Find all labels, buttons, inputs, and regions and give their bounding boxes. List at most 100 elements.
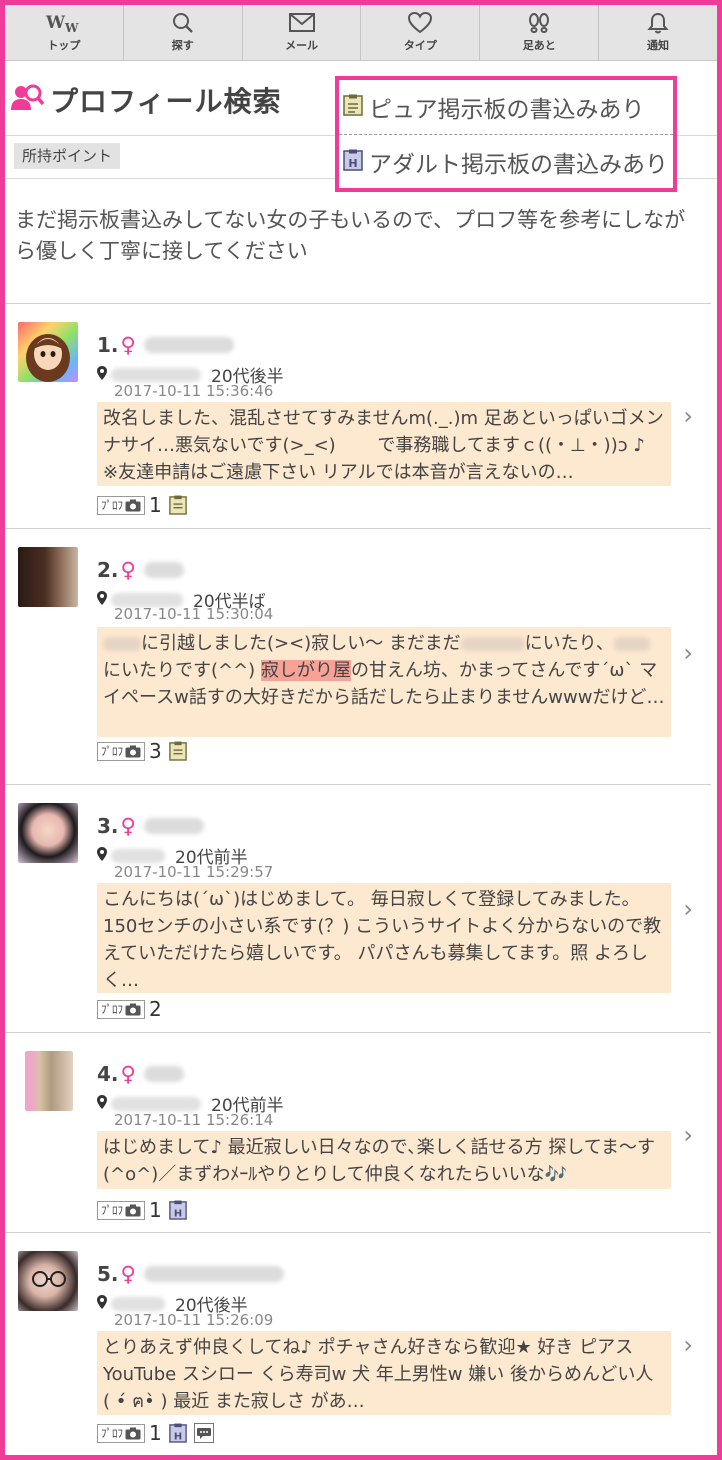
- prof-label: ﾌﾟﾛﾌ: [101, 1003, 123, 1016]
- tags-row: ﾌﾟﾛﾌ 2: [97, 997, 168, 1021]
- tags-row: ﾌﾟﾛﾌ 1 H: [97, 1421, 220, 1445]
- list-item[interactable]: 1. ♀ 20代後半 2017-10-11 15:36:46 改名しました、混乱…: [5, 303, 711, 528]
- card-title: 5. ♀: [97, 1262, 284, 1286]
- list-item[interactable]: 3. ♀ 20代前半 2017-10-11 15:29:57 こんにちは(´ω`…: [5, 784, 711, 1032]
- blurred-nickname: [143, 1066, 184, 1082]
- blurred-nickname: [143, 1266, 284, 1282]
- blurred-nickname: [143, 337, 234, 353]
- location-pin-icon: [97, 365, 107, 384]
- prof-label: ﾌﾟﾛﾌ: [101, 1204, 123, 1217]
- message-preview: はじめまして♪ 最近寂しい日々なので､楽しく話せる方 探してま〜す(^o^)／ま…: [97, 1131, 671, 1189]
- profile-photo-tag: ﾌﾟﾛﾌ: [97, 1200, 145, 1220]
- profile-photo-tag: ﾌﾟﾛﾌ: [97, 741, 145, 761]
- svg-text:H: H: [174, 1208, 182, 1219]
- profile-photo-tag: ﾌﾟﾛﾌ: [97, 1423, 145, 1443]
- nav-type[interactable]: タイプ: [361, 5, 481, 60]
- card-title: 1. ♀: [97, 333, 234, 357]
- location-pin-icon: [97, 1294, 107, 1313]
- location-pin-icon: [97, 846, 107, 865]
- prof-label: ﾌﾟﾛﾌ: [101, 745, 123, 758]
- tags-row: ﾌﾟﾛﾌ 3: [97, 739, 194, 763]
- avatar[interactable]: [18, 547, 78, 607]
- legend-adult-text: アダルト掲示板の書込みあり: [369, 151, 668, 178]
- blurred-nickname: [143, 562, 184, 578]
- legend-adult: H アダルト掲示板の書込みあり: [339, 134, 673, 188]
- tags-row: ﾌﾟﾛﾌ 1: [97, 493, 194, 517]
- location-pin-icon: [97, 590, 107, 609]
- svg-text:H: H: [174, 1431, 182, 1442]
- profile-photo-tag: ﾌﾟﾛﾌ: [97, 495, 145, 515]
- adult-board-icon: H: [168, 1200, 188, 1220]
- card-title: 2. ♀: [97, 558, 184, 582]
- chevron-right-icon[interactable]: ›: [683, 895, 693, 923]
- svg-text:W: W: [45, 13, 66, 33]
- avatar[interactable]: [18, 803, 78, 863]
- notice-text: まだ掲示板書込みしてない女の子もいるので、プロフ等を参考にしながら優しく丁寧に接…: [15, 208, 686, 263]
- chevron-right-icon[interactable]: ›: [683, 402, 693, 430]
- timestamp: 2017-10-11 15:26:14: [114, 1111, 274, 1129]
- ww-logo-icon: WW: [44, 12, 84, 34]
- female-icon: ♀: [120, 558, 136, 582]
- female-icon: ♀: [120, 814, 136, 838]
- blurred-nickname: [143, 818, 204, 834]
- avatar[interactable]: [25, 1051, 73, 1111]
- pure-board-icon: [168, 741, 188, 761]
- message-preview: 改名しました、混乱させてすみませんm(._.)m 足あといっぱいゴメンナサイ…悪…: [97, 402, 671, 486]
- chevron-right-icon[interactable]: ›: [683, 1331, 693, 1359]
- message-part: に引越しました(><)寂しい〜 まだまだ: [141, 633, 461, 654]
- list-number: 2.: [97, 558, 119, 582]
- avatar[interactable]: [18, 322, 78, 382]
- photo-count: 1: [149, 1421, 162, 1445]
- page-header: プロフィール検索: [10, 78, 281, 122]
- bell-icon: [647, 12, 669, 34]
- nav-label: 足あと: [522, 39, 556, 52]
- photo-count: 2: [149, 997, 162, 1021]
- list-item[interactable]: 2. ♀ 20代半ば 2017-10-11 15:30:04 に引越しました(>…: [5, 528, 711, 784]
- card-title: 3. ♀: [97, 814, 204, 838]
- nav-footprints[interactable]: 足あと: [480, 5, 600, 60]
- nav-label: タイプ: [403, 39, 437, 52]
- timestamp: 2017-10-11 15:29:57: [114, 863, 274, 881]
- prof-label: ﾌﾟﾛﾌ: [101, 1427, 123, 1440]
- camera-icon: [125, 745, 141, 757]
- list-item[interactable]: 4. ♀ 20代前半 2017-10-11 15:26:14 はじめまして♪ 最…: [5, 1032, 711, 1232]
- profile-photo-tag: ﾌﾟﾛﾌ: [97, 999, 145, 1019]
- legend-pure-text: ピュア掲示板の書込みあり: [369, 97, 645, 123]
- avatar[interactable]: [18, 1251, 78, 1311]
- prof-label: ﾌﾟﾛﾌ: [101, 499, 123, 512]
- message-preview: とりあえず仲良くしてね♪ ポチャさん好きなら歓迎★ 好き ピアス YouTube…: [97, 1331, 671, 1415]
- nav-label: メール: [285, 39, 319, 52]
- location-pin-icon: [97, 1094, 107, 1113]
- chevron-right-icon[interactable]: ›: [683, 1121, 693, 1149]
- camera-icon: [125, 1204, 141, 1216]
- nav-mail[interactable]: メール: [243, 5, 362, 60]
- timestamp: 2017-10-11 15:36:46: [114, 382, 274, 400]
- blurred-location: [111, 848, 165, 863]
- list-number: 3.: [97, 814, 119, 838]
- chat-bubble-icon: [193, 1423, 214, 1443]
- nav-top[interactable]: WW トップ: [5, 5, 124, 60]
- blurred-location: [111, 1096, 201, 1111]
- profile-search-icon: [10, 82, 45, 118]
- female-icon: ♀: [120, 1062, 136, 1086]
- chevron-right-icon[interactable]: ›: [683, 639, 693, 667]
- list-item[interactable]: 5. ♀ 20代後半 2017-10-11 15:26:09 とりあえず仲良くし…: [5, 1232, 711, 1455]
- pure-board-icon: [168, 495, 188, 515]
- board-legend: ピュア掲示板の書込みあり H アダルト掲示板の書込みあり: [335, 76, 677, 192]
- blurred-location: [111, 367, 201, 382]
- photo-count: 3: [149, 739, 162, 763]
- message-part: にいたりです(^^): [103, 660, 261, 681]
- list-number: 1.: [97, 333, 119, 357]
- nav-label: 探す: [171, 39, 194, 52]
- svg-text:W: W: [64, 21, 79, 34]
- nav-search[interactable]: 探す: [124, 5, 243, 60]
- tags-row: ﾌﾟﾛﾌ 1 H: [97, 1198, 194, 1222]
- timestamp: 2017-10-11 15:26:09: [114, 1311, 274, 1329]
- nav-notice[interactable]: 通知: [599, 5, 717, 60]
- female-icon: ♀: [120, 333, 136, 357]
- nav-label: トップ: [47, 39, 81, 52]
- photo-count: 1: [149, 493, 162, 517]
- blurred-place: [613, 637, 650, 651]
- blurred-place: [460, 637, 525, 651]
- photo-count: 1: [149, 1198, 162, 1222]
